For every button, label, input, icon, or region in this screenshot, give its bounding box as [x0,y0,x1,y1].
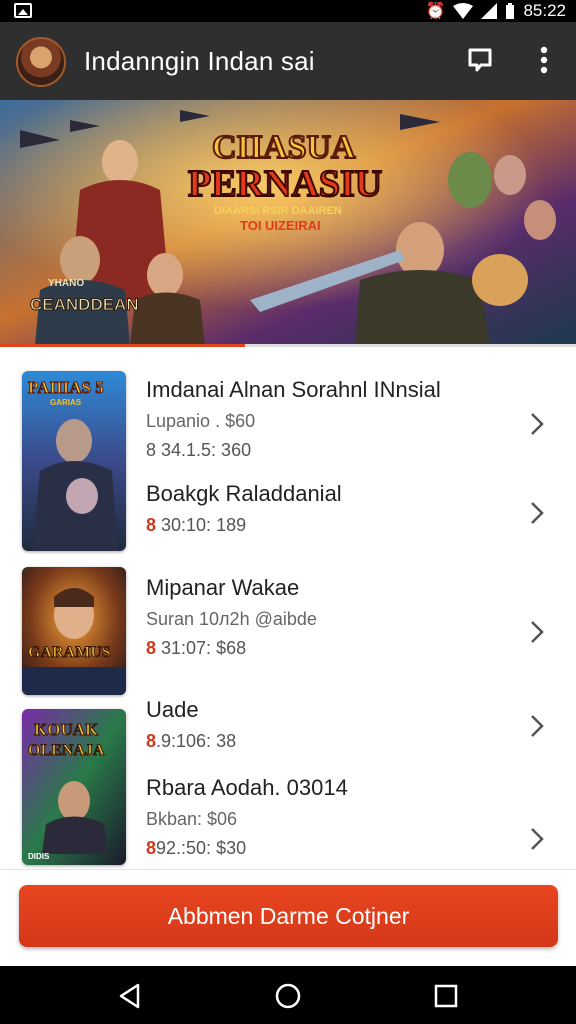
item-price: 31:07: $68 [156,638,247,658]
banner-badge-top: YHANO [48,278,84,289]
cover-3-subtitle: OLENAJA [28,742,105,759]
chevron-right-icon[interactable] [528,713,546,739]
chat-icon[interactable] [466,46,494,74]
banner-headline-2: PERNASIU [188,163,382,205]
avatar[interactable] [16,37,66,87]
back-icon[interactable] [116,982,144,1010]
banner-tagline-1: DIAARSI RSIR DAAIREN [214,205,342,217]
game-cover-2[interactable]: GARAMUS [22,567,126,695]
more-vert-icon[interactable] [530,44,558,76]
item-title: Boakgk Raladdanial [146,481,342,506]
cover-1-title: PAIIIAS 5 [28,378,104,397]
item-title: Uade [146,697,199,722]
game-cover-3[interactable]: KOUAK OLENAJA DIDIS [22,709,126,865]
app-bar: Indanngin Indan sai [0,22,576,100]
list-item[interactable]: Boakgk Raladdanial 8 30:10: 189 [146,481,526,536]
status-icons: ⏰ 85:22 [426,1,566,21]
item-price: 92.:50: $30 [156,838,247,858]
list-item[interactable]: Rbara Aodah. 03014 Bkban: $06 892.:50: $… [146,775,526,859]
list-item[interactable]: Uade 8.9:106: 38 [146,697,526,752]
system-nav-bar [0,966,576,1024]
chevron-right-icon[interactable] [528,619,546,645]
alarm-icon: ⏰ [425,3,446,20]
primary-action-button[interactable]: Abbmen Darme Cotjner [19,885,558,947]
price-mark: 8 [146,838,157,858]
item-title: Mipanar Wakae [146,575,300,600]
cover-2-title: GARAMUS [28,644,111,661]
banner-tagline-2: TOI UIZEIRAI [240,218,321,233]
list-item[interactable]: Imdanai Alnan Sorahnl INnsial Lupanio . … [146,377,526,461]
price-mark: 8 [146,515,157,535]
cover-1-subtitle: GARIAS [50,398,82,407]
home-icon[interactable] [274,982,302,1010]
item-subtitle: Bkban: $06 [146,809,238,829]
banner-badge: CEANDDEAN [30,295,139,314]
list-item[interactable]: Mipanar Wakae Suran 10л2h @aibde 8 31:07… [146,575,526,659]
banner-headline-1: CIIASUA [212,129,356,166]
price-mark: 8 [146,638,157,658]
game-cover-1[interactable]: PAIIIAS 5 GARIAS [22,371,126,551]
item-title: Rbara Aodah. 03014 [146,775,348,800]
bottom-action-area: Abbmen Darme Cotjner [0,869,576,966]
status-time: 85:22 [523,1,566,20]
banner-artwork: CIIASUA PERNASIU DIAARSI RSIR DAAIREN TO… [0,100,576,346]
item-price: 30:10: 189 [156,515,247,535]
game-list: PAIIIAS 5 GARIAS Imdanai Alnan Sorahnl I… [0,347,576,869]
chevron-right-icon[interactable] [528,500,546,526]
cover-3-title: KOUAK [34,720,99,739]
item-title: Imdanai Alnan Sorahnl INnsial [146,377,441,402]
item-subtitle: Suran 10л2h @aibde [146,609,317,629]
app-title: Indanngin Indan sai [84,46,315,76]
item-subtitle: Lupanio . $60 [146,411,256,431]
cover-3-badge: DIDIS [28,852,50,861]
item-price: 8 34.1.5: 360 [146,440,252,460]
item-price: .9:106: 38 [156,731,237,751]
recents-icon[interactable] [432,982,460,1010]
status-bar: ⏰ 85:22 [0,0,576,22]
price-mark: 8 [146,731,157,751]
image-icon [14,3,32,18]
chevron-right-icon[interactable] [528,826,546,852]
chevron-right-icon[interactable] [528,411,546,437]
promo-banner[interactable]: CIIASUA PERNASIU DIAARSI RSIR DAAIREN TO… [0,100,576,346]
wifi-icon [453,3,474,19]
battery-icon [506,3,515,19]
signal-icon [481,3,498,19]
